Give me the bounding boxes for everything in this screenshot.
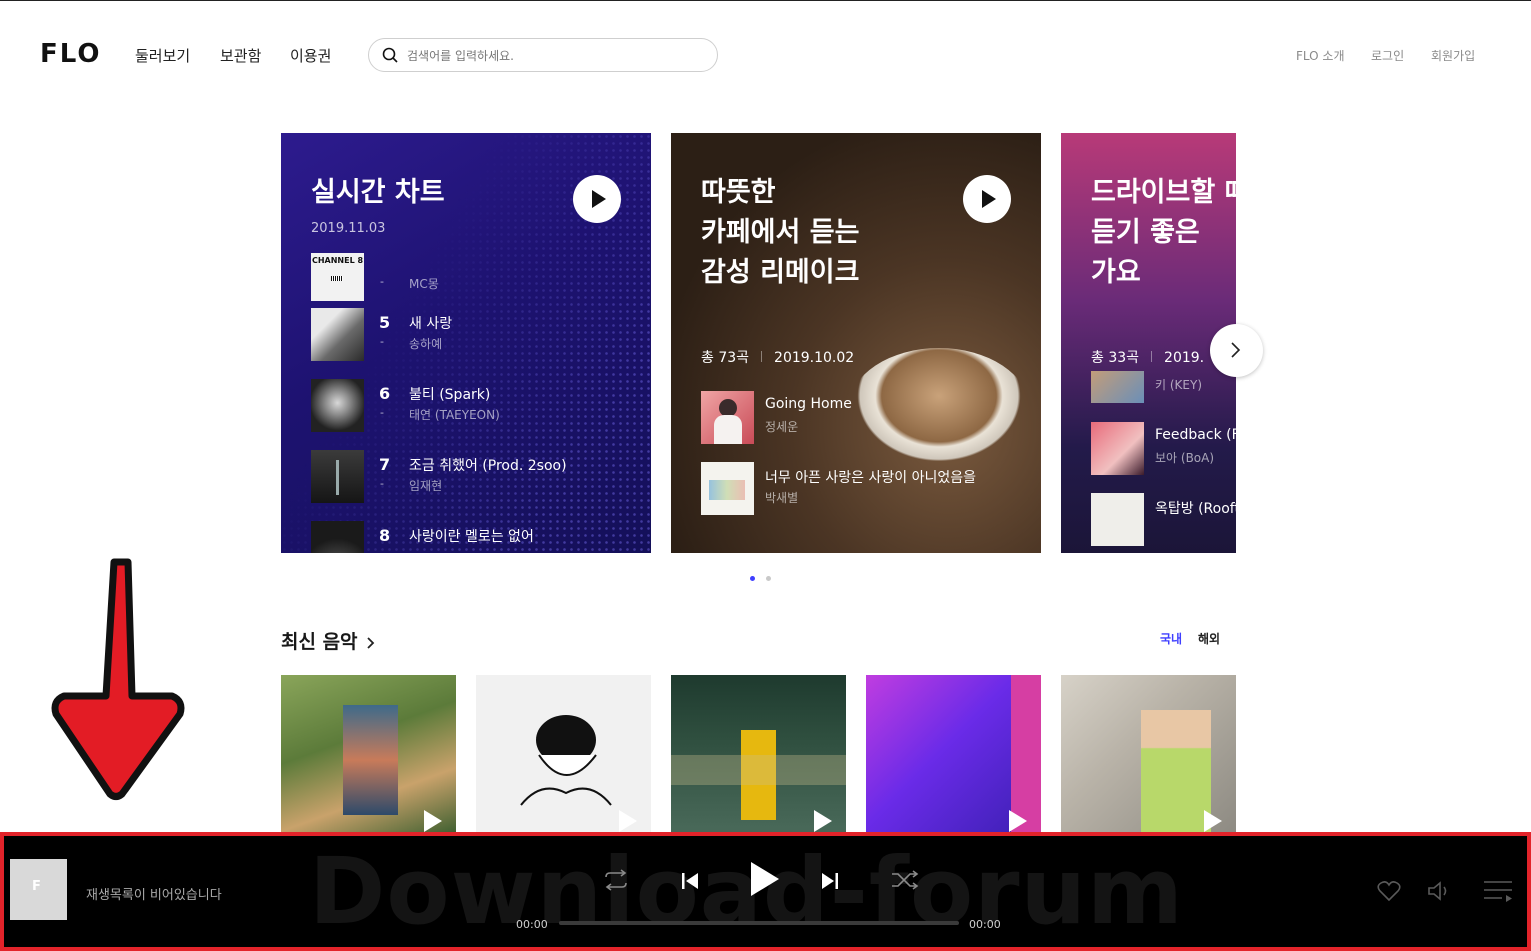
total-time: 00:00 bbox=[969, 918, 1001, 931]
list-item[interactable]: 8 사랑이란 멜로는 없어 bbox=[311, 521, 641, 553]
card-title: 따뜻한 카페에서 듣는 감성 리메이크 bbox=[701, 177, 860, 288]
tab-overseas[interactable]: 해외 bbox=[1198, 630, 1220, 647]
repeat-icon[interactable] bbox=[601, 869, 631, 891]
player-bar: Download-forum F 재생목록이 비어있습니다 00:00 00:0… bbox=[0, 832, 1531, 951]
login-link[interactable]: 로그인 bbox=[1371, 47, 1404, 64]
playlist-date: 2019.10.02 bbox=[774, 350, 855, 366]
nav-storage[interactable]: 보관함 bbox=[220, 45, 261, 66]
chart-list: CHANNEL 8 - MC몽 5 - 새 사랑 송하예 6 - 불티 (Spa… bbox=[281, 253, 651, 553]
whale-illustration bbox=[520, 715, 612, 806]
signup-link[interactable]: 회원가입 bbox=[1431, 47, 1475, 64]
artist-name: 보아 (BoA) bbox=[1155, 451, 1215, 465]
playlist-date: 2019. bbox=[1164, 350, 1205, 366]
song-title: 너무 아픈 사랑은 사랑이 아니었음을 bbox=[765, 470, 976, 486]
play-icon[interactable] bbox=[746, 860, 782, 898]
carousel-dot-active[interactable] bbox=[750, 576, 755, 581]
volume-icon[interactable] bbox=[1426, 880, 1452, 902]
playlist-empty-message: 재생목록이 비어있습니다 bbox=[86, 888, 222, 903]
album-thumb: CHANNEL 8 bbox=[311, 253, 364, 301]
track-count: 총 73곡 bbox=[701, 350, 750, 366]
album-thumb bbox=[311, 450, 364, 503]
list-item[interactable]: Going Home 정세운 bbox=[701, 391, 1031, 444]
song-title: 조금 취했어 (Prod. 2soo) bbox=[409, 458, 567, 474]
album-thumb bbox=[311, 521, 364, 553]
list-item[interactable]: 5 - 새 사랑 송하예 bbox=[311, 308, 641, 361]
flo-about-link[interactable]: FLO 소개 bbox=[1296, 47, 1345, 64]
next-icon[interactable] bbox=[819, 870, 841, 892]
carousel-next-button[interactable] bbox=[1210, 324, 1263, 377]
arrow-annotation bbox=[51, 558, 185, 800]
play-icon[interactable] bbox=[424, 810, 442, 832]
play-button[interactable] bbox=[573, 175, 621, 223]
search-icon bbox=[382, 47, 398, 63]
album-card[interactable] bbox=[1061, 675, 1236, 835]
chevron-right-icon bbox=[367, 636, 375, 649]
album-card[interactable] bbox=[866, 675, 1041, 835]
artist-name: 태연 (TAEYEON) bbox=[409, 408, 500, 422]
song-title: 새 사랑 bbox=[409, 316, 453, 332]
album-thumb bbox=[1091, 371, 1144, 403]
track-count: 총 33곡 bbox=[1091, 350, 1140, 366]
artist-name: 송하예 bbox=[409, 337, 443, 351]
nav-browse[interactable]: 둘러보기 bbox=[135, 45, 190, 66]
song-title: 불티 (Spark) bbox=[409, 387, 491, 403]
flo-logo[interactable]: FLO bbox=[40, 39, 102, 69]
tab-domestic[interactable]: 국내 bbox=[1160, 630, 1182, 647]
song-title: 옥탑방 (Rooft bbox=[1155, 501, 1236, 517]
playlist-meta: 총 33곡 2019. bbox=[1091, 347, 1204, 367]
album-thumb bbox=[701, 462, 754, 515]
previous-icon[interactable] bbox=[679, 870, 701, 892]
album-thumb bbox=[1091, 493, 1144, 546]
album-thumb-placeholder: F bbox=[10, 859, 67, 920]
list-item[interactable]: CHANNEL 8 - MC몽 bbox=[311, 253, 641, 301]
card-date: 2019.11.03 bbox=[311, 221, 386, 236]
page: FLO 둘러보기 보관함 이용권 FLO 소개 로그인 회원가입 실시간 차트 … bbox=[0, 0, 1531, 951]
list-item[interactable]: 6 - 불티 (Spark) 태연 (TAEYEON) bbox=[311, 379, 641, 432]
album-thumb bbox=[701, 391, 754, 444]
play-icon[interactable] bbox=[1204, 810, 1222, 832]
album-card[interactable] bbox=[671, 675, 846, 835]
search-input[interactable] bbox=[407, 46, 707, 66]
playlist-meta: 총 73곡 2019.10.02 bbox=[701, 347, 854, 367]
shuffle-icon[interactable] bbox=[890, 869, 920, 891]
album-thumb bbox=[311, 308, 364, 361]
artist-name: 임재현 bbox=[409, 479, 443, 493]
song-title: Going Home bbox=[765, 396, 852, 412]
artist-name: 박새별 bbox=[765, 491, 799, 505]
current-time: 00:00 bbox=[516, 918, 548, 931]
playlist-icon[interactable] bbox=[1482, 878, 1514, 906]
card-title: 실시간 차트 bbox=[311, 177, 445, 208]
album-card[interactable] bbox=[281, 675, 456, 835]
latest-music-title[interactable]: 최신 음악 bbox=[281, 627, 376, 654]
artist-name: 키 (KEY) bbox=[1155, 378, 1202, 392]
album-card[interactable] bbox=[476, 675, 651, 835]
play-icon[interactable] bbox=[1009, 810, 1027, 832]
list-item[interactable]: 키 (KEY) bbox=[1091, 371, 1236, 403]
artist-name: MC몽 bbox=[409, 277, 439, 291]
drive-playlist-card[interactable]: 드라이브할 때 듣기 좋은 가요 총 33곡 2019. 키 (KEY) Feed… bbox=[1061, 133, 1236, 553]
card-title: 드라이브할 때 듣기 좋은 가요 bbox=[1091, 177, 1236, 288]
play-icon[interactable] bbox=[619, 810, 637, 832]
realtime-chart-card[interactable]: 실시간 차트 2019.11.03 CHANNEL 8 - MC몽 5 - 새 … bbox=[281, 133, 651, 553]
list-item[interactable]: 옥탑방 (Rooft bbox=[1091, 493, 1236, 546]
header: FLO 둘러보기 보관함 이용권 FLO 소개 로그인 회원가입 bbox=[0, 1, 1531, 111]
song-title: 사랑이란 멜로는 없어 bbox=[409, 529, 534, 545]
play-icon[interactable] bbox=[814, 810, 832, 832]
heart-icon[interactable] bbox=[1377, 880, 1401, 902]
list-item[interactable]: 7 - 조금 취했어 (Prod. 2soo) 임재현 bbox=[311, 450, 641, 503]
list-item[interactable]: Feedback (Fe 보아 (BoA) bbox=[1091, 422, 1236, 475]
nav-membership[interactable]: 이용권 bbox=[290, 45, 331, 66]
search-box[interactable] bbox=[368, 38, 718, 72]
carousel-dot[interactable] bbox=[766, 576, 771, 581]
artist-name: 정세운 bbox=[765, 420, 799, 434]
chevron-right-icon bbox=[1231, 342, 1241, 358]
song-title: Feedback (Fe bbox=[1155, 427, 1236, 443]
list-item[interactable]: 너무 아픈 사랑은 사랑이 아니었음을 박새별 bbox=[701, 462, 1031, 515]
cafe-remake-card[interactable]: 따뜻한 카페에서 듣는 감성 리메이크 총 73곡 2019.10.02 Goin… bbox=[671, 133, 1041, 553]
album-thumb bbox=[311, 379, 364, 432]
play-button[interactable] bbox=[963, 175, 1011, 223]
album-thumb bbox=[1091, 422, 1144, 475]
progress-bar[interactable] bbox=[559, 921, 959, 925]
